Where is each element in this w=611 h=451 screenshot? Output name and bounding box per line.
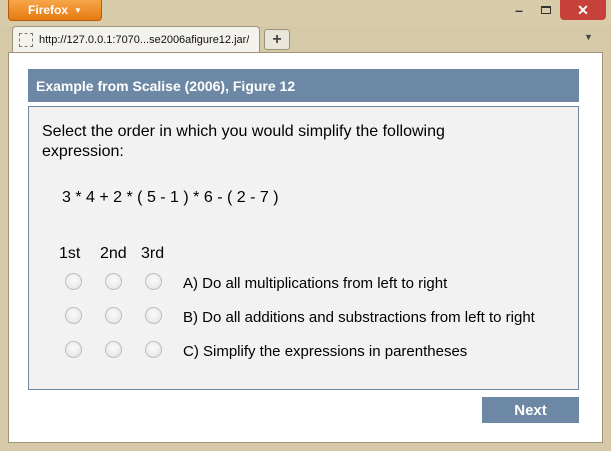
new-tab-button[interactable]: + [264,29,290,50]
option-c-label: C) Simplify the expressions in parenthes… [183,343,468,360]
tab-strip: http://127.0.0.1:7070...se2006afigure12.… [0,24,611,52]
radio-b-3rd[interactable] [145,307,162,324]
option-a-label: A) Do all multiplications from left to r… [183,275,448,292]
caret-down-icon: ▼ [74,5,82,15]
minimize-icon: – [515,2,523,18]
close-button[interactable]: ✕ [560,0,606,20]
browser-tab-active[interactable]: http://127.0.0.1:7070...se2006afigure12.… [12,26,260,52]
firefox-menu-label: Firefox [28,3,69,17]
maximize-button[interactable] [534,0,558,20]
question-prompt: Select the order in which you would simp… [42,123,445,160]
next-button[interactable]: Next [482,397,579,423]
minimize-button[interactable]: – [508,0,530,20]
tab-title: http://127.0.0.1:7070...se2006afigure12.… [39,33,250,46]
page-favicon-icon [19,32,33,47]
list-all-tabs-button[interactable]: ▼ [584,32,593,42]
radio-a-1st[interactable] [65,273,82,290]
question-panel: Select the order in which you would simp… [28,106,579,390]
window-titlebar: Firefox ▼ – ✕ [0,0,611,26]
column-header-2nd: 2nd [100,245,127,262]
radio-c-3rd[interactable] [145,341,162,358]
radio-c-2nd[interactable] [105,341,122,358]
item-header-title: Example from Scalise (2006), Figure 12 [36,77,296,94]
plus-icon: + [272,30,282,48]
math-expression: 3 * 4 + 2 * ( 5 - 1 ) * 6 - ( 2 - 7 ) [62,189,279,206]
radio-a-2nd[interactable] [105,273,122,290]
radio-b-1st[interactable] [65,307,82,324]
radio-b-2nd[interactable] [105,307,122,324]
page-viewport: Example from Scalise (2006), Figure 12 S… [8,52,603,443]
item-header: Example from Scalise (2006), Figure 12 [28,69,579,102]
close-icon: ✕ [577,1,589,18]
maximize-icon [541,6,551,14]
firefox-menu-button[interactable]: Firefox ▼ [8,0,102,21]
column-header-1st: 1st [59,245,81,262]
chevron-down-icon: ▼ [584,32,593,42]
radio-c-1st[interactable] [65,341,82,358]
column-header-3rd: 3rd [141,245,165,262]
option-b-label: B) Do all additions and substractions fr… [183,309,535,326]
next-button-label: Next [514,401,547,419]
radio-a-3rd[interactable] [145,273,162,290]
